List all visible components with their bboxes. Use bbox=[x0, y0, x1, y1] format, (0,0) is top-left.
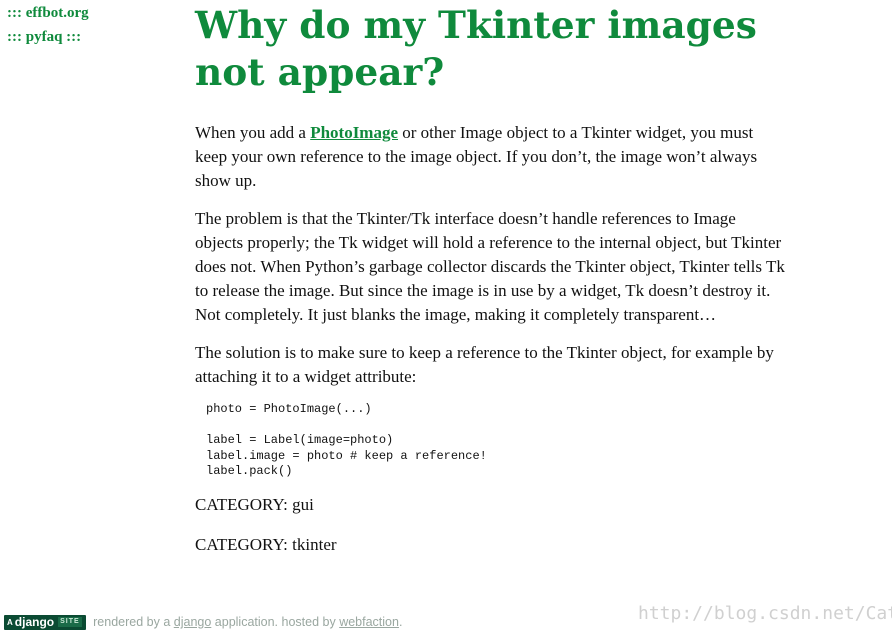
code-line: label.image = photo # keep a reference! bbox=[206, 448, 487, 463]
footer-link-django[interactable]: django bbox=[174, 615, 212, 629]
title-line-2: not appear? bbox=[195, 50, 445, 94]
photoimage-link[interactable]: PhotoImage bbox=[310, 123, 398, 142]
category-tkinter: CATEGORY: tkinter bbox=[195, 534, 337, 554]
paragraph-problem: The problem is that the Tkinter/Tk inter… bbox=[195, 209, 785, 324]
title-line-1: Why do my Tkinter images bbox=[195, 3, 757, 47]
badge-a-mark: A bbox=[7, 617, 13, 627]
nav-link-pyfaq[interactable]: ::: pyfaq ::: bbox=[7, 25, 89, 49]
site-nav: ::: effbot.org ::: pyfaq ::: bbox=[7, 1, 89, 49]
badge-site-text: SITE bbox=[58, 617, 82, 627]
blog-watermark: http://blog.csdn.net/Cat bbox=[638, 603, 892, 624]
footer-text-hosted: application. hosted by bbox=[211, 615, 340, 629]
nav-link-effbot[interactable]: ::: effbot.org bbox=[7, 1, 89, 25]
code-block: photo = PhotoImage(...) label = Label(ima… bbox=[206, 402, 785, 480]
category-gui: CATEGORY: gui bbox=[195, 494, 314, 514]
django-site-badge[interactable]: A django SITE bbox=[4, 614, 86, 630]
paragraph-intro: When you add a PhotoImage or other Image… bbox=[195, 121, 785, 193]
footer: A django SITE rendered by a django appli… bbox=[4, 613, 402, 631]
paragraph-intro-text-a: When you add a bbox=[195, 123, 311, 142]
footer-text-period: . bbox=[398, 615, 403, 629]
page-title: Why do my Tkinter images not appear? bbox=[195, 0, 785, 96]
footer-text-rendered: rendered by a bbox=[89, 615, 174, 629]
badge-django-text: django bbox=[14, 614, 55, 629]
code-line: label = Label(image=photo) bbox=[206, 433, 394, 447]
footer-link-webfaction[interactable]: webfaction bbox=[339, 615, 399, 629]
paragraph-solution: The solution is to make sure to keep a r… bbox=[195, 343, 774, 386]
code-line: label.pack() bbox=[206, 464, 293, 478]
article: Why do my Tkinter images not appear? Whe… bbox=[195, 0, 785, 557]
code-line: photo = PhotoImage(...) bbox=[206, 402, 372, 416]
